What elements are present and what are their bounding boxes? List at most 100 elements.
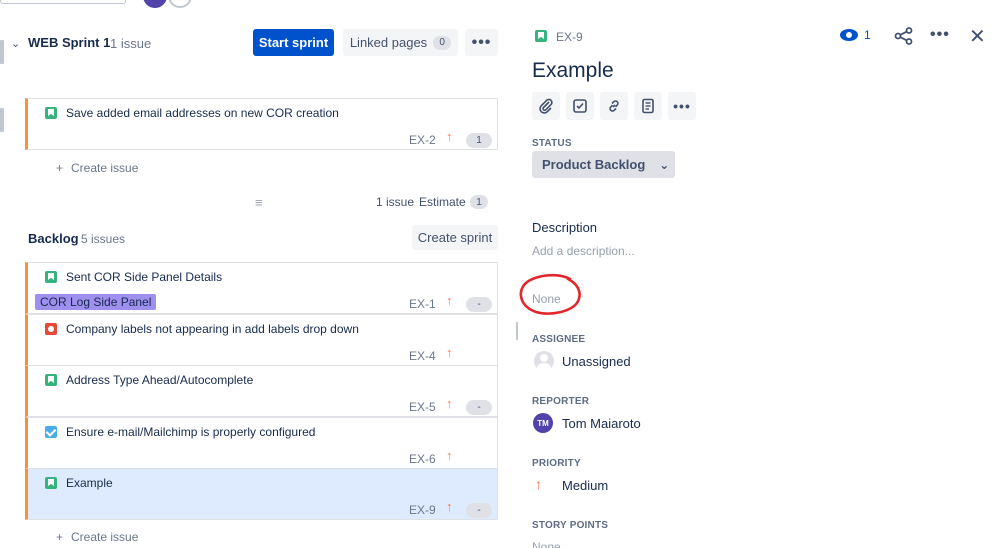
issue-summary: Example <box>66 476 113 490</box>
share-icon[interactable] <box>894 27 914 45</box>
linked-pages-count: 0 <box>433 35 452 50</box>
more-icon: ••• <box>673 98 691 114</box>
create-issue-sprint[interactable]: + Create issue <box>56 161 138 175</box>
issue-row-ex-4[interactable]: Company labels not appearing in add labe… <box>25 314 498 366</box>
panel-resize-handle[interactable] <box>516 322 518 340</box>
watch-button[interactable]: 1 <box>840 28 871 42</box>
issue-row-ex-5[interactable]: Address Type Ahead/Autocomplete EX-5 ↑ - <box>25 365 498 417</box>
story-icon <box>45 374 57 386</box>
status-label: STATUS <box>532 138 572 149</box>
issue-key[interactable]: EX-5 <box>409 400 436 414</box>
issue-title[interactable]: Example <box>532 59 614 83</box>
sprint-footer-estimate: 1 <box>470 195 488 209</box>
issue-key[interactable]: EX-9 <box>409 503 436 517</box>
linked-pages-label: Linked pages <box>349 35 428 50</box>
issue-row-ex-2[interactable]: Save added email addresses on new COR cr… <box>25 98 498 150</box>
paperclip-icon <box>539 98 553 114</box>
linked-pages-button[interactable]: Linked pages 0 <box>343 29 458 56</box>
estimate-badge: - <box>466 297 492 312</box>
estimate-badge: - <box>466 400 492 415</box>
priority-medium-icon: ↑ <box>535 476 542 492</box>
description-input[interactable]: Add a description... <box>532 244 635 258</box>
toolbar-more-button[interactable]: ••• <box>668 92 696 120</box>
description-heading: Description <box>532 220 598 235</box>
issue-row-ex-9[interactable]: Example EX-9 ↑ - <box>25 468 498 520</box>
rail-tab[interactable] <box>0 108 4 132</box>
issue-key[interactable]: EX-4 <box>409 349 436 363</box>
task-icon <box>45 426 57 438</box>
issue-summary: Address Type Ahead/Autocomplete <box>66 373 254 387</box>
reporter-label: REPORTER <box>532 396 590 407</box>
chevron-down-icon[interactable]: ⌄ <box>11 37 21 50</box>
issue-summary: Ensure e-mail/Mailchimp is properly conf… <box>66 425 316 439</box>
close-icon[interactable]: ✕ <box>969 24 986 49</box>
story-points-label: STORY POINTS <box>532 520 609 531</box>
create-sprint-button[interactable]: Create sprint <box>412 225 498 250</box>
resize-handle-icon[interactable]: ≡ <box>255 195 263 210</box>
issue-summary: Company labels not appearing in add labe… <box>66 322 359 336</box>
rail-tab[interactable] <box>0 40 4 64</box>
priority-label: PRIORITY <box>532 458 581 469</box>
issue-row-ex-1[interactable]: Sent COR Side Panel Details COR Log Side… <box>25 262 498 314</box>
top-search-box[interactable] <box>0 0 126 4</box>
priority-medium-icon: ↑ <box>446 396 453 411</box>
link-icon <box>609 100 619 112</box>
avatar[interactable] <box>168 0 192 8</box>
priority-medium-icon: ↑ <box>446 293 453 308</box>
backlog-title: Backlog <box>28 231 79 246</box>
sprint-footer-estimate-label: Estimate <box>419 195 466 209</box>
create-issue-backlog[interactable]: + Create issue <box>56 530 138 544</box>
epic-label[interactable]: COR Log Side Panel <box>35 294 157 310</box>
status-dropdown[interactable]: Product Backlog ⌄ <box>532 151 675 178</box>
eye-icon <box>840 29 858 41</box>
unassigned-avatar <box>534 351 554 371</box>
estimate-badge: 1 <box>466 133 492 148</box>
add-page-button[interactable] <box>634 92 662 120</box>
sprint-title: WEB Sprint 1 <box>28 35 111 50</box>
priority-value[interactable]: Medium <box>562 478 608 493</box>
more-icon: ••• <box>471 33 492 51</box>
issue-key[interactable]: EX-2 <box>409 133 436 147</box>
plus-icon: + <box>56 530 64 544</box>
story-points-value[interactable]: None <box>532 540 561 548</box>
add-child-button[interactable] <box>566 92 594 120</box>
status-value: Product Backlog <box>542 157 646 172</box>
watch-count: 1 <box>864 28 871 42</box>
create-issue-label: Create issue <box>71 161 139 175</box>
sprint-footer-count: 1 issue <box>376 195 415 209</box>
priority-medium-icon: ↑ <box>446 345 453 360</box>
avatar: TM <box>533 413 553 433</box>
chevron-down-icon: ⌄ <box>659 157 670 172</box>
sprint-more-button[interactable]: ••• <box>465 29 498 56</box>
story-icon <box>45 477 57 489</box>
start-sprint-button[interactable]: Start sprint <box>253 29 334 56</box>
story-icon <box>45 271 57 283</box>
bug-icon <box>45 323 57 335</box>
reporter-value[interactable]: Tom Maiaroto <box>562 416 641 431</box>
checklist-icon <box>573 99 587 113</box>
issue-key[interactable]: EX-1 <box>409 297 436 311</box>
left-rail <box>0 0 8 548</box>
issue-key[interactable]: EX-6 <box>409 452 436 466</box>
create-issue-label: Create issue <box>71 530 139 544</box>
sprint-issue-count: 1 issue <box>110 36 152 51</box>
story-icon <box>535 30 547 42</box>
priority-medium-icon: ↑ <box>446 499 453 514</box>
story-icon <box>45 107 57 119</box>
plus-icon: + <box>56 161 64 175</box>
red-annotation-circle <box>519 273 581 315</box>
estimate-badge: - <box>466 503 492 518</box>
issue-row-ex-6[interactable]: Ensure e-mail/Mailchimp is properly conf… <box>25 417 498 469</box>
issue-summary: Save added email addresses on new COR cr… <box>66 106 339 120</box>
avatar[interactable] <box>143 0 167 8</box>
page-icon <box>642 98 654 114</box>
more-icon[interactable]: ••• <box>930 26 950 44</box>
backlog-issue-count: 5 issues <box>81 232 126 246</box>
issue-summary: Sent COR Side Panel Details <box>66 270 223 284</box>
priority-medium-icon: ↑ <box>446 129 453 144</box>
assignee-value[interactable]: Unassigned <box>562 354 631 369</box>
detail-issue-key[interactable]: EX-9 <box>556 30 583 44</box>
priority-medium-icon: ↑ <box>446 448 453 463</box>
attach-button[interactable] <box>532 92 560 120</box>
link-issue-button[interactable] <box>600 92 628 120</box>
